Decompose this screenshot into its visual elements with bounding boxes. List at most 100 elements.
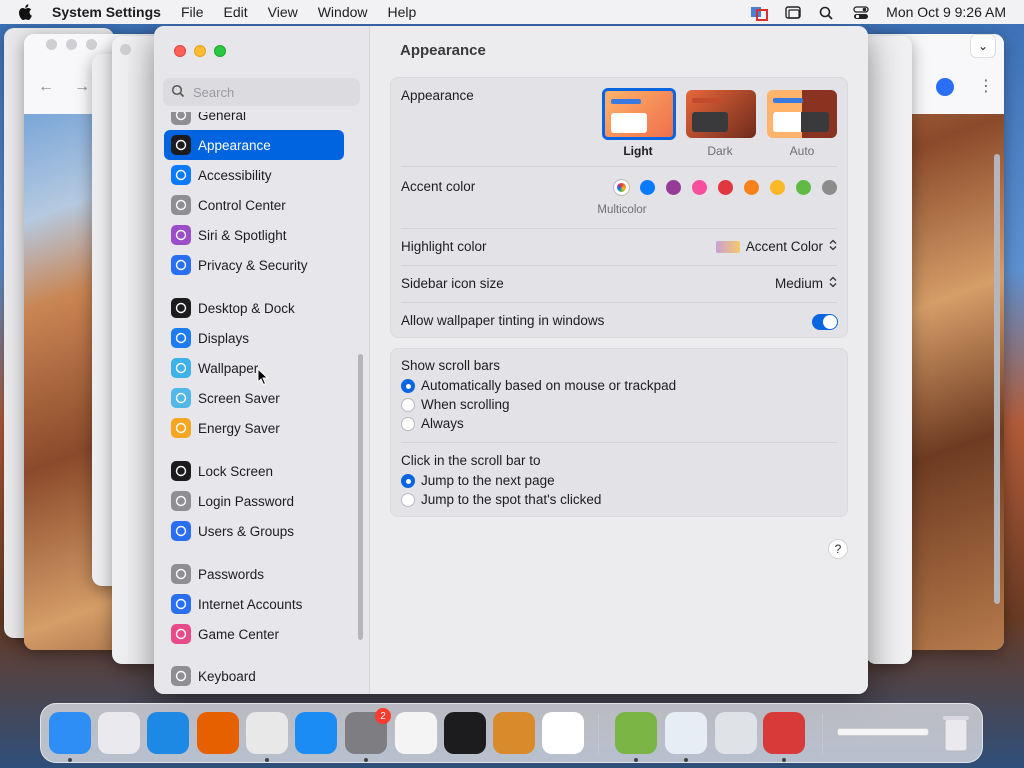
dock-launchpad-icon[interactable] — [98, 712, 140, 754]
dock-icon — [171, 298, 191, 318]
dock-app-store-icon[interactable] — [295, 712, 337, 754]
accent-color-swatch[interactable] — [770, 180, 785, 195]
highlight-color-select[interactable]: Accent Color — [715, 239, 837, 254]
profile-icon[interactable] — [936, 78, 954, 96]
sidebar-scrollbar[interactable] — [358, 354, 363, 640]
running-indicator — [634, 758, 638, 762]
dock-downloads-icon[interactable] — [715, 712, 757, 754]
dock-minimized-windows[interactable] — [837, 728, 929, 736]
sidebar-item-internet-accounts[interactable]: Internet Accounts — [164, 589, 344, 619]
sidebar-item-wallpaper[interactable]: Wallpaper — [164, 353, 344, 383]
sidebar-item-appearance[interactable]: Appearance — [164, 130, 344, 160]
sidebar-item-label: Energy Saver — [198, 420, 280, 436]
search-field[interactable] — [163, 78, 360, 106]
sidebar-item-siri-spotlight[interactable]: Siri & Spotlight — [164, 220, 344, 250]
scroll-option-automatic[interactable]: Automatically based on mouse or trackpad — [401, 378, 837, 393]
screen-saver-icon — [171, 388, 191, 408]
apple-menu-icon[interactable] — [18, 4, 34, 20]
sidebar-item-label: Desktop & Dock — [198, 300, 295, 316]
click-option-spot-clicked[interactable]: Jump to the spot that's clicked — [401, 492, 837, 507]
dock-firefox-icon[interactable] — [197, 712, 239, 754]
forward-arrow-icon[interactable]: → — [74, 78, 90, 96]
help-button[interactable]: ? — [828, 539, 848, 559]
sidebar-item-energy-saver[interactable]: Energy Saver — [164, 413, 344, 443]
accent-color-swatch[interactable] — [666, 180, 681, 195]
sidebar-item-displays[interactable]: Displays — [164, 323, 344, 353]
dock-terminal-icon[interactable] — [444, 712, 486, 754]
menu-file[interactable]: File — [181, 4, 204, 20]
dock-garageband-icon[interactable] — [493, 712, 535, 754]
sidebar-icon-size-select[interactable]: Medium — [775, 276, 837, 291]
radio-button[interactable] — [401, 416, 415, 431]
radio-button[interactable] — [401, 397, 415, 412]
scroll-option-always[interactable]: Always — [401, 416, 837, 431]
sidebar-item-accessibility[interactable]: Accessibility — [164, 160, 344, 190]
parallels-menu-icon[interactable] — [750, 5, 769, 21]
dock-textedit-icon[interactable] — [395, 712, 437, 754]
browser-scrollbar[interactable] — [994, 154, 1000, 604]
dock-vs-code-icon[interactable] — [542, 712, 584, 754]
chevron-down-icon[interactable]: ⌄ — [970, 34, 996, 58]
spotlight-search-icon[interactable] — [818, 5, 836, 20]
appearance-dark-option[interactable] — [686, 90, 756, 138]
menu-window[interactable]: Window — [318, 4, 368, 20]
appearance-settings-card: Appearance Light Dark Auto Accent color — [390, 77, 848, 338]
menu-edit[interactable]: Edit — [224, 4, 248, 20]
radio-button[interactable] — [401, 378, 415, 393]
search-icon — [171, 84, 185, 101]
sidebar-item-label: Displays — [198, 330, 250, 346]
scroll-option-when-scrolling[interactable]: When scrolling — [401, 397, 837, 412]
sidebar-item-desktop-dock[interactable]: Desktop & Dock — [164, 293, 344, 323]
sidebar-item-label: Siri & Spotlight — [198, 227, 287, 243]
sidebar-item-lock-screen[interactable]: Lock Screen — [164, 456, 344, 486]
back-arrow-icon[interactable]: ← — [38, 78, 54, 96]
sidebar-icon-size-value: Medium — [774, 276, 823, 291]
close-window-button[interactable] — [174, 45, 186, 57]
wallpaper-icon — [171, 358, 191, 378]
sidebar-item-label: Lock Screen — [198, 463, 274, 479]
sidebar-item-login-password[interactable]: Login Password — [164, 486, 344, 516]
menu-clock[interactable]: Mon Oct 9 9:26 AM — [886, 4, 1006, 20]
control-center-menu-icon[interactable] — [852, 5, 870, 19]
click-option-next-page[interactable]: Jump to the next page — [401, 473, 837, 488]
dock-preview-icon[interactable] — [665, 712, 707, 754]
accent-color-swatch[interactable] — [822, 180, 837, 195]
appearance-light-option[interactable] — [602, 88, 676, 140]
dock-macos-installer-icon[interactable] — [615, 712, 657, 754]
accent-color-swatch[interactable] — [744, 180, 759, 195]
accent-color-swatch[interactable] — [796, 180, 811, 195]
dock-finder-icon[interactable] — [49, 712, 91, 754]
dock-safari-icon[interactable] — [147, 712, 189, 754]
users-icon — [171, 521, 191, 541]
gear-icon — [171, 112, 191, 125]
accent-color-swatch[interactable] — [614, 180, 629, 195]
radio-button[interactable] — [401, 492, 415, 507]
search-input[interactable] — [193, 84, 343, 100]
accent-color-swatch[interactable] — [692, 180, 707, 195]
sidebar-item-screen-saver[interactable]: Screen Saver — [164, 383, 344, 413]
accent-color-swatch[interactable] — [718, 180, 733, 195]
sidebar-item-passwords[interactable]: Passwords — [164, 559, 344, 589]
sidebar-item-keyboard[interactable]: Keyboard — [164, 661, 344, 691]
menu-view[interactable]: View — [268, 4, 298, 20]
stage-manager-icon[interactable] — [784, 5, 802, 19]
minimize-window-button[interactable] — [194, 45, 206, 57]
accent-color-swatch[interactable] — [640, 180, 655, 195]
sidebar-item-privacy-security[interactable]: Privacy & Security — [164, 250, 344, 280]
radio-button[interactable] — [401, 473, 415, 488]
dock-chrome-icon[interactable] — [246, 712, 288, 754]
sidebar-item-game-center[interactable]: Game Center — [164, 619, 344, 649]
more-options-icon[interactable]: ⋮ — [978, 76, 994, 96]
sidebar-item-general[interactable]: General — [164, 112, 344, 130]
dock-system-settings-icon[interactable]: 2 — [345, 708, 391, 754]
wallpaper-tinting-toggle[interactable] — [812, 314, 838, 330]
trash-icon[interactable] — [935, 712, 977, 754]
divider — [401, 228, 837, 229]
appearance-auto-option[interactable] — [767, 90, 837, 138]
dock-parallels-icon[interactable] — [763, 712, 805, 754]
zoom-window-button[interactable] — [214, 45, 226, 57]
menu-app-name[interactable]: System Settings — [52, 4, 161, 20]
sidebar-item-users-groups[interactable]: Users & Groups — [164, 516, 344, 546]
sidebar-item-control-center[interactable]: Control Center — [164, 190, 344, 220]
menu-help[interactable]: Help — [388, 4, 417, 20]
